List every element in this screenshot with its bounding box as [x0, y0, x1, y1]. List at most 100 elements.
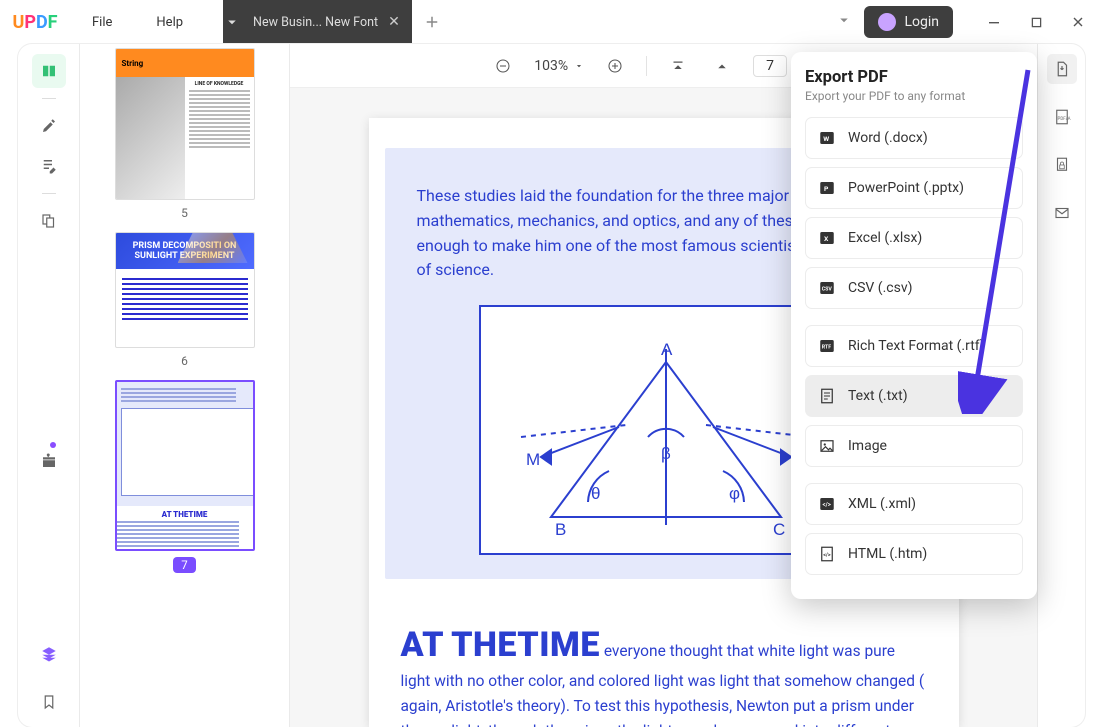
bookmark-button[interactable] — [32, 685, 66, 719]
html-icon: </> — [818, 545, 836, 563]
titlebar-overflow[interactable] — [824, 11, 864, 33]
avatar-icon — [878, 13, 896, 31]
svg-text:</>: </> — [823, 552, 831, 558]
book-open-icon — [40, 62, 58, 80]
diag-B: B — [555, 520, 566, 539]
export-option-html[interactable]: </> HTML (.htm) — [805, 533, 1023, 575]
section-heading: AT THETIME — [401, 625, 600, 665]
export-label: CSV (.csv) — [848, 280, 913, 296]
zoom-in-button[interactable] — [602, 53, 628, 79]
login-label: Login — [904, 14, 939, 30]
image-icon — [818, 437, 836, 455]
export-icon — [1053, 60, 1071, 78]
new-tab-button[interactable] — [412, 0, 452, 44]
plus-icon — [423, 13, 441, 31]
thumb7-heading: AT THETIME — [117, 510, 253, 519]
body-text: AT THETIME everyone thought that white l… — [369, 609, 959, 727]
thumbnail-page-5[interactable]: String LINE OF KNOWLEDGE 5 — [98, 48, 271, 220]
export-option-rtf[interactable]: RTF Rich Text Format (.rtf) — [805, 325, 1023, 367]
diag-phi: φ — [729, 484, 740, 503]
export-panel: Export PDF Export your PDF to any format… — [791, 52, 1037, 599]
notification-dot — [50, 442, 56, 448]
right-toolbar: PDF/A — [1037, 44, 1085, 727]
menu-help[interactable]: Help — [134, 15, 205, 30]
thumb7-label: 7 — [173, 557, 195, 573]
thumbnail-page-7[interactable]: AT THETIME 7 — [98, 380, 271, 573]
left-toolbar — [18, 44, 80, 727]
minus-circle-icon — [494, 57, 512, 75]
mail-icon — [1053, 204, 1071, 222]
bookmark-icon — [40, 693, 58, 711]
minimize-icon — [988, 16, 1000, 28]
page-number-input[interactable]: 7 — [753, 55, 787, 77]
export-title: Export PDF — [805, 68, 1023, 87]
export-label: Rich Text Format (.rtf) — [848, 338, 985, 354]
workspace: String LINE OF KNOWLEDGE 5 PRISM DECOMPO… — [18, 44, 1085, 727]
xml-icon: </> — [818, 495, 836, 513]
window-maximize[interactable] — [1015, 0, 1057, 44]
menu-file[interactable]: File — [70, 15, 134, 30]
export-option-powerpoint[interactable]: P PowerPoint (.pptx) — [805, 167, 1023, 209]
mail-button[interactable] — [1047, 198, 1077, 228]
thumbnail-panel[interactable]: String LINE OF KNOWLEDGE 5 PRISM DECOMPO… — [80, 44, 290, 727]
first-page-button[interactable] — [665, 53, 691, 79]
reader-mode-button[interactable] — [32, 54, 66, 88]
zoom-value: 103% — [534, 58, 568, 74]
svg-text:W: W — [823, 135, 829, 143]
thumbnail-page-6[interactable]: PRISM DECOMPOSITI ON SUNLIGHT EXPERIMENT… — [98, 232, 271, 368]
tab-label: New Busin... New Font — [253, 15, 378, 30]
excel-icon: X — [818, 229, 836, 247]
layers-icon — [40, 645, 58, 663]
export-label: Excel (.xlsx) — [848, 230, 922, 246]
csv-icon: CSV — [818, 279, 836, 297]
svg-text:X: X — [824, 235, 829, 243]
export-option-image[interactable]: Image — [805, 425, 1023, 467]
pdfa-button[interactable]: PDF/A — [1047, 102, 1077, 132]
highlighter-icon — [40, 117, 58, 135]
diag-beta: β — [661, 444, 671, 463]
layers-button[interactable] — [32, 637, 66, 671]
pages-icon — [40, 212, 58, 230]
thumb6-label: 6 — [98, 354, 271, 368]
powerpoint-icon: P — [818, 179, 836, 197]
svg-text:CSV: CSV — [822, 286, 833, 292]
export-option-word[interactable]: W Word (.docx) — [805, 117, 1023, 159]
svg-text:P: P — [824, 185, 829, 193]
highlight-button[interactable] — [32, 109, 66, 143]
zoom-out-button[interactable] — [490, 53, 516, 79]
word-icon: W — [818, 129, 836, 147]
export-label: Image — [848, 438, 887, 454]
organize-pages-button[interactable] — [32, 204, 66, 238]
export-option-text[interactable]: Text (.txt) — [805, 375, 1023, 417]
export-option-csv[interactable]: CSV CSV (.csv) — [805, 267, 1023, 309]
login-button[interactable]: Login — [864, 6, 953, 38]
gift-button[interactable] — [32, 444, 66, 478]
window-minimize[interactable] — [973, 0, 1015, 44]
export-label: HTML (.htm) — [848, 546, 927, 562]
export-option-excel[interactable]: X Excel (.xlsx) — [805, 217, 1023, 259]
diag-theta: θ — [591, 484, 600, 503]
maximize-icon — [1031, 17, 1042, 28]
tab-close-button[interactable]: ✕ — [388, 14, 400, 30]
chevron-down-icon — [574, 61, 584, 71]
diag-C: C — [773, 520, 785, 539]
edit-text-button[interactable] — [32, 149, 66, 183]
diag-A: A — [661, 340, 673, 359]
window-close[interactable] — [1057, 0, 1099, 44]
protect-button[interactable] — [1047, 150, 1077, 180]
title-bar: UPDF File Help New Busin... New Font ✕ L… — [0, 0, 1099, 44]
chevron-down-icon — [223, 13, 241, 31]
prev-page-button[interactable] — [709, 53, 735, 79]
text-edit-icon — [40, 157, 58, 175]
diag-M1: M — [526, 450, 540, 469]
export-button[interactable] — [1047, 54, 1077, 84]
zoom-level[interactable]: 103% — [534, 58, 584, 74]
thumb5-subhead: LINE OF KNOWLEDGE — [189, 81, 250, 87]
app-logo: UPDF — [0, 12, 70, 33]
export-option-xml[interactable]: </> XML (.xml) — [805, 483, 1023, 525]
tab-list-dropdown[interactable] — [223, 0, 241, 44]
export-label: Word (.docx) — [848, 130, 928, 146]
plus-circle-icon — [606, 57, 624, 75]
gift-icon — [40, 452, 58, 470]
document-tab[interactable]: New Busin... New Font ✕ — [241, 0, 412, 44]
